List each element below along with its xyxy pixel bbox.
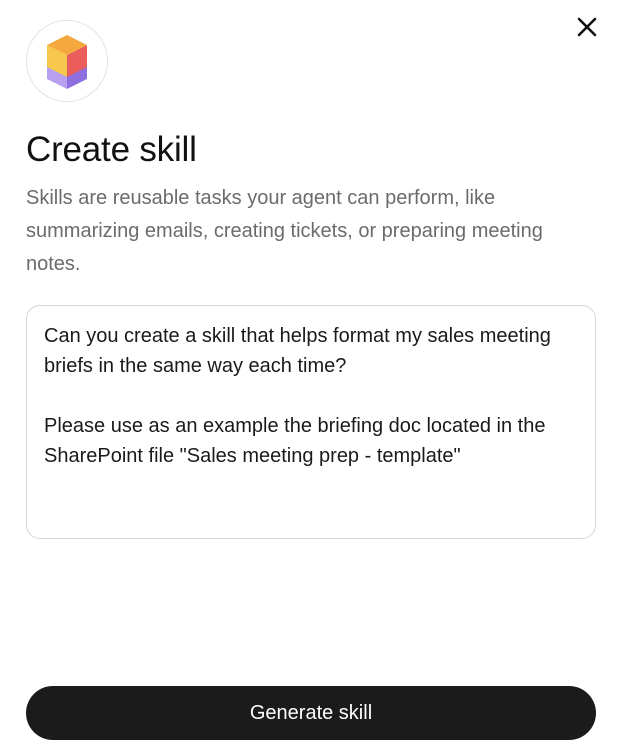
skill-logo — [26, 20, 108, 102]
stacked-cube-logo-icon — [45, 33, 89, 89]
generate-skill-button[interactable]: Generate skill — [26, 686, 596, 740]
skill-prompt-input[interactable]: Can you create a skill that helps format… — [26, 305, 596, 539]
close-button[interactable] — [572, 14, 602, 44]
prompt-paragraph-2: Please use as an example the briefing do… — [44, 415, 551, 467]
dialog-title: Create skill — [26, 130, 197, 169]
close-icon — [577, 17, 597, 42]
dialog-description: Skills are reusable tasks your agent can… — [26, 187, 543, 275]
prompt-paragraph-1: Can you create a skill that helps format… — [44, 325, 557, 377]
